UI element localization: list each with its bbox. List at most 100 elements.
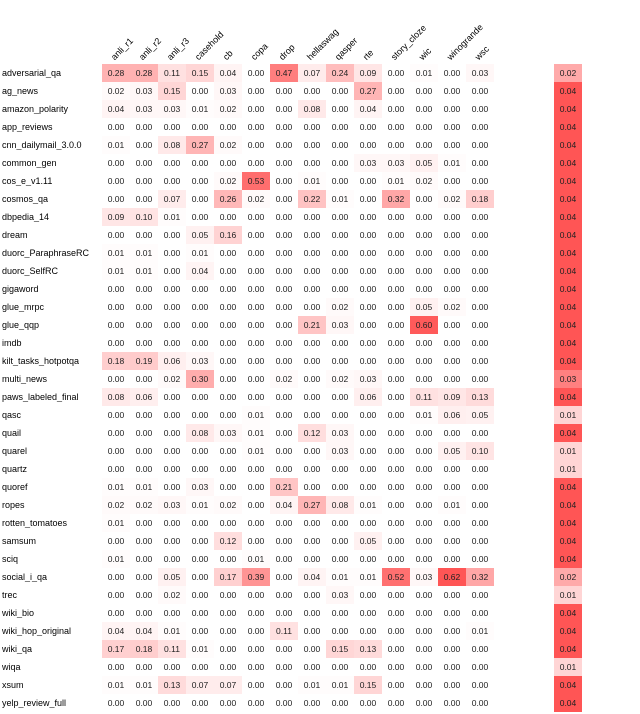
heatmap-cell: 0.18 [102, 352, 130, 370]
heatmap-cell: 0.00 [242, 208, 270, 226]
heatmap-cell: 0.00 [158, 316, 186, 334]
heatmap-cell: 0.00 [186, 550, 214, 568]
heatmap-cell: 0.00 [466, 298, 494, 316]
row-label: sciq [2, 554, 102, 564]
row-label: xsum [2, 680, 102, 690]
heatmap-cell: 0.00 [382, 244, 410, 262]
heatmap-cell: 0.00 [102, 280, 130, 298]
heatmap-cell: 0.00 [438, 424, 466, 442]
heatmap-cell: 0.00 [214, 118, 242, 136]
table-row: 0.04 [554, 280, 640, 298]
heatmap-cell: 0.00 [410, 136, 438, 154]
heatmap-cell: 0.01 [186, 244, 214, 262]
heatmap-cell: 0.03 [326, 316, 354, 334]
table-row: 0.04 [554, 694, 640, 712]
heatmap-cell: 0.00 [326, 172, 354, 190]
heatmap-cell: 0.00 [298, 604, 326, 622]
heatmap-cell: 0.26 [214, 190, 242, 208]
heatmap-cell: 0.00 [298, 82, 326, 100]
heatmap-cell: 0.01 [438, 154, 466, 172]
heatmap-cell: 0.12 [214, 532, 242, 550]
table-row: cos_e_v1.110.000.000.000.000.020.530.000… [2, 172, 494, 190]
heatmap-cell: 0.00 [438, 262, 466, 280]
heatmap-cell: 0.00 [186, 604, 214, 622]
heatmap-cell: 0.00 [270, 676, 298, 694]
heatmap-cell: 0.03 [158, 100, 186, 118]
heatmap-cell: 0.00 [466, 370, 494, 388]
heatmap-cell: 0.00 [270, 208, 298, 226]
heatmap-cell: 0.00 [326, 694, 354, 712]
heatmap-cell: 0.15 [326, 640, 354, 658]
heatmap-cell: 0.00 [158, 442, 186, 460]
row-label: quarel [2, 446, 102, 456]
heatmap-cell: 0.04 [298, 568, 326, 586]
heatmap-cell: 0.01 [186, 496, 214, 514]
heatmap-cell: 0.00 [466, 532, 494, 550]
heatmap-cell: 0.00 [410, 478, 438, 496]
heatmap-cell: 0.01 [158, 622, 186, 640]
heatmap-cell: 0.00 [270, 460, 298, 478]
heatmap-cell: 0.04 [554, 172, 582, 190]
heatmap-cell: 0.04 [554, 244, 582, 262]
heatmap-cell: 0.01 [242, 550, 270, 568]
heatmap-cell: 0.02 [130, 496, 158, 514]
heatmap-cell: 0.00 [102, 334, 130, 352]
heatmap-cell: 0.00 [130, 298, 158, 316]
row-label: glue_qqp [2, 320, 102, 330]
heatmap-cell: 0.03 [554, 370, 582, 388]
heatmap-cell: 0.00 [130, 280, 158, 298]
heatmap-cell: 0.00 [242, 334, 270, 352]
heatmap-cell: 0.00 [270, 694, 298, 712]
heatmap-cell: 0.00 [326, 334, 354, 352]
heatmap-cell: 0.03 [354, 154, 382, 172]
heatmap-cell: 0.00 [242, 298, 270, 316]
heatmap-cell: 0.00 [382, 640, 410, 658]
heatmap-cell: 0.01 [102, 244, 130, 262]
heatmap-cell: 0.00 [270, 514, 298, 532]
heatmap-cell: 0.01 [354, 568, 382, 586]
heatmap-cell: 0.00 [410, 280, 438, 298]
heatmap-cell: 0.00 [298, 388, 326, 406]
heatmap-cell: 0.04 [554, 640, 582, 658]
heatmap-cell: 0.00 [270, 640, 298, 658]
heatmap-cell: 0.00 [354, 460, 382, 478]
heatmap-cell: 0.00 [242, 388, 270, 406]
heatmap-cell: 0.08 [186, 424, 214, 442]
heatmap-cell: 0.00 [102, 568, 130, 586]
heatmap-cell: 0.09 [102, 208, 130, 226]
heatmap-cell: 0.00 [102, 604, 130, 622]
heatmap-cell: 0.01 [242, 406, 270, 424]
heatmap-cell: 0.27 [186, 136, 214, 154]
heatmap-cell: 0.00 [354, 514, 382, 532]
heatmap-cell: 0.00 [438, 316, 466, 334]
row-label: ropes [2, 500, 102, 510]
row-label: duorc_ParaphraseRC [2, 248, 102, 258]
heatmap-cell: 0.00 [214, 460, 242, 478]
table-row: 0.02 [554, 64, 640, 82]
heatmap-cell: 0.07 [298, 64, 326, 82]
heatmap-cell: 0.00 [354, 280, 382, 298]
heatmap-cell: 0.00 [186, 208, 214, 226]
column-header: wsc [466, 2, 494, 64]
heatmap-cell: 0.00 [382, 64, 410, 82]
heatmap-cell: 0.00 [102, 532, 130, 550]
heatmap-cell: 0.00 [270, 100, 298, 118]
heatmap-cell: 0.00 [242, 154, 270, 172]
table-row: 0.04 [554, 118, 640, 136]
heatmap-cell: 0.00 [298, 406, 326, 424]
heatmap-cell: 0.00 [382, 370, 410, 388]
heatmap-cell: 0.00 [130, 532, 158, 550]
heatmap-cell: 0.13 [354, 640, 382, 658]
heatmap-cell: 0.00 [242, 226, 270, 244]
heatmap-cell: 0.05 [466, 406, 494, 424]
heatmap-cell: 0.01 [102, 136, 130, 154]
heatmap-cell: 0.00 [382, 280, 410, 298]
row-label: qasc [2, 410, 102, 420]
heatmap-cell: 0.00 [298, 352, 326, 370]
heatmap-cell: 0.00 [102, 298, 130, 316]
heatmap-cell: 0.15 [186, 64, 214, 82]
heatmap-cell: 0.00 [326, 658, 354, 676]
heatmap-cell: 0.00 [242, 136, 270, 154]
heatmap-cell: 0.01 [554, 406, 582, 424]
heatmap-cell: 0.04 [554, 262, 582, 280]
